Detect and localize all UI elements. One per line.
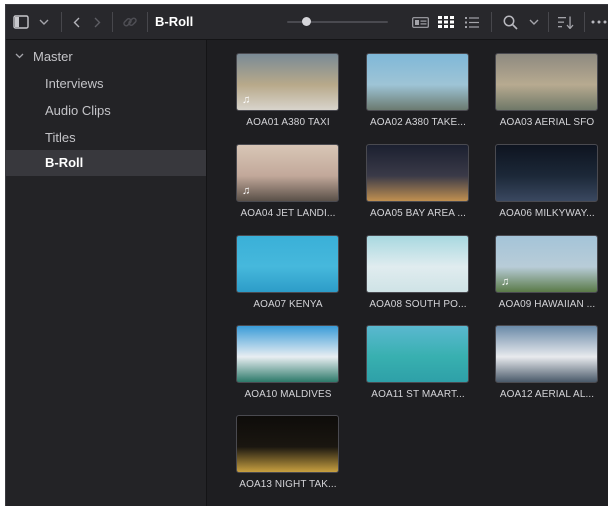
bin-master[interactable]: Master bbox=[6, 43, 206, 70]
audio-note-icon: ♫ bbox=[501, 276, 510, 288]
bin-list-sidebar: Master Interviews Audio Clips Titles B-R… bbox=[6, 40, 207, 506]
clip-name: AOA06 MILKYWAY... bbox=[499, 208, 595, 219]
bin-label: Master bbox=[33, 49, 73, 64]
chevron-right-icon[interactable] bbox=[89, 5, 105, 39]
bin-audio-clips[interactable]: Audio Clips bbox=[6, 97, 206, 124]
thumbnail-view-icon[interactable] bbox=[435, 5, 457, 39]
clip-thumbnail[interactable] bbox=[366, 235, 469, 293]
toolbar-divider bbox=[112, 12, 113, 32]
bin-titles[interactable]: Titles bbox=[6, 124, 206, 151]
clip-name: AOA03 AERIAL SFO bbox=[499, 117, 595, 128]
media-pool-window: B-Roll Master Interviews Audio Clips Tit… bbox=[5, 4, 608, 506]
breadcrumb[interactable]: B-Roll bbox=[155, 5, 193, 39]
bin-interviews[interactable]: Interviews bbox=[6, 70, 206, 97]
clip-name: AOA05 BAY AREA ... bbox=[370, 208, 466, 219]
chevron-left-icon[interactable] bbox=[68, 5, 84, 39]
search-icon[interactable] bbox=[500, 5, 520, 39]
clip-name: AOA04 JET LANDI... bbox=[240, 208, 336, 219]
clip-name: AOA08 SOUTH PO... bbox=[369, 299, 467, 310]
clip-thumbnail[interactable]: ♫ bbox=[236, 144, 339, 202]
audio-note-icon: ♫ bbox=[242, 185, 251, 197]
bin-label: Interviews bbox=[45, 76, 104, 91]
clip-thumbnail[interactable] bbox=[236, 415, 339, 473]
sidebar-panel-icon[interactable] bbox=[12, 5, 30, 39]
chevron-down-icon[interactable] bbox=[36, 5, 52, 39]
clip-name: AOA01 A380 TAXI bbox=[246, 117, 330, 128]
clip-name: AOA11 ST MAART... bbox=[371, 389, 465, 400]
thumbnail-zoom-slider-thumb[interactable] bbox=[302, 17, 311, 26]
clip-thumbnail[interactable] bbox=[236, 235, 339, 293]
more-icon[interactable] bbox=[590, 5, 608, 39]
list-view-icon[interactable] bbox=[461, 5, 483, 39]
search-options-chevron-icon[interactable] bbox=[526, 5, 542, 39]
clip-thumbnail[interactable] bbox=[495, 144, 598, 202]
metadata-view-icon[interactable] bbox=[409, 5, 431, 39]
clip-thumbnail[interactable]: ♫ bbox=[236, 53, 339, 111]
audio-note-icon: ♫ bbox=[242, 94, 251, 106]
link-icon[interactable] bbox=[119, 5, 141, 39]
clip-name: AOA13 NIGHT TAK... bbox=[239, 479, 337, 490]
toolbar-divider bbox=[491, 12, 492, 32]
toolbar-divider bbox=[61, 12, 62, 32]
sort-icon[interactable] bbox=[555, 5, 577, 39]
clip-name: AOA07 KENYA bbox=[253, 299, 323, 310]
clip-thumbnail[interactable] bbox=[366, 325, 469, 383]
clip-thumbnail-grid: ♫ AOA01 A380 TAXI AOA02 A380 TAKE... AOA03 … bbox=[207, 40, 608, 506]
clip-thumbnail[interactable] bbox=[495, 53, 598, 111]
clip-thumbnail[interactable] bbox=[495, 325, 598, 383]
bin-b-roll[interactable]: B-Roll bbox=[6, 150, 206, 176]
toolbar-divider bbox=[147, 12, 148, 32]
clip-name: AOA02 A380 TAKE... bbox=[370, 117, 466, 128]
clip-name: AOA10 MALDIVES bbox=[244, 389, 332, 400]
clip-thumbnail[interactable]: ♫ bbox=[495, 235, 598, 293]
bin-label: Audio Clips bbox=[45, 103, 111, 118]
clip-thumbnail[interactable] bbox=[236, 325, 339, 383]
clip-name: AOA09 HAWAIIAN ... bbox=[498, 299, 596, 310]
chevron-down-icon[interactable] bbox=[15, 53, 24, 59]
toolbar-divider bbox=[584, 12, 585, 32]
clip-thumbnail[interactable] bbox=[366, 144, 469, 202]
media-pool-toolbar: B-Roll bbox=[6, 5, 608, 40]
bin-label: B-Roll bbox=[45, 155, 84, 170]
toolbar-divider bbox=[548, 12, 549, 32]
clip-thumbnail[interactable] bbox=[366, 53, 469, 111]
bin-label: Titles bbox=[45, 130, 76, 145]
clip-name: AOA12 AERIAL AL... bbox=[499, 389, 595, 400]
